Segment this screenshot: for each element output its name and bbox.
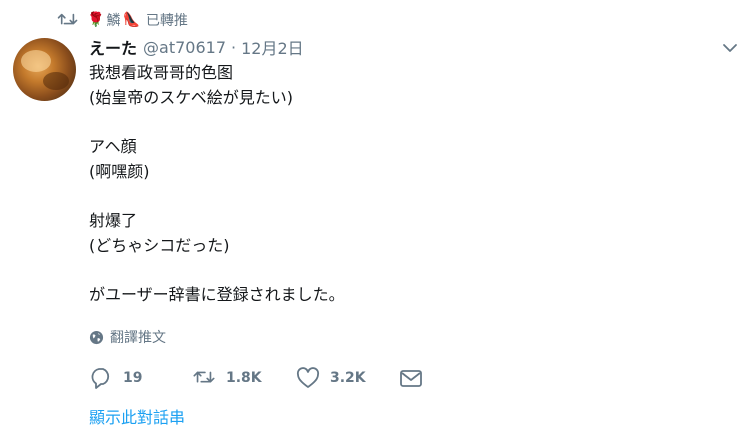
avatar-highlight xyxy=(21,50,51,72)
retweet-icon xyxy=(57,13,78,25)
header-separator: · xyxy=(231,37,237,57)
translate-tweet-link[interactable]: 翻譯推文 xyxy=(89,327,166,347)
retweet-context[interactable]: 🌹 鱗 👠 已轉推 xyxy=(57,9,188,31)
tweet-text-line: (どちゃシコだった) xyxy=(89,236,230,255)
show-thread-link[interactable]: 顯示此對話串 xyxy=(89,405,185,427)
user-handle[interactable]: @at70617 xyxy=(143,38,226,57)
tweet-text-line: (始皇帝のスケベ絵が見たい) xyxy=(89,88,294,107)
heart-icon xyxy=(296,367,320,388)
tweet-date[interactable]: 12月2日 xyxy=(241,35,304,59)
reply-icon xyxy=(91,368,110,389)
display-name[interactable]: えーた xyxy=(89,35,137,59)
reply-count: 19 xyxy=(123,370,143,386)
chevron-down-icon[interactable] xyxy=(720,40,740,56)
avatar-shadow xyxy=(43,72,69,90)
globe-icon xyxy=(89,330,104,344)
tweet-text-blank xyxy=(89,186,709,210)
tweet-text-line: (啊嘿颜) xyxy=(89,162,150,181)
retweet-button[interactable]: 1.8K xyxy=(192,365,262,391)
tweet-text: 我想看政哥哥的色图 (始皇帝のスケベ絵が見たい) アヘ顔 (啊嘿颜) 射爆了 (… xyxy=(89,62,709,309)
rose-emoji: 🌹 xyxy=(87,12,105,28)
reply-button[interactable]: 19 xyxy=(89,365,142,391)
envelope-icon xyxy=(400,370,422,387)
retweet-icon xyxy=(193,371,215,383)
tweet-actions: 19 1.8K 3.2K xyxy=(89,365,489,391)
direct-message-button[interactable] xyxy=(399,365,433,391)
tweet-text-line: 射爆了 xyxy=(89,211,138,230)
tweet-header: えーた @at70617 · 12月2日 xyxy=(89,35,304,59)
tweet-text-line: 我想看政哥哥的色图 xyxy=(89,63,234,82)
like-count: 3.2K xyxy=(330,370,366,386)
tweet-text-blank xyxy=(89,112,709,136)
like-button[interactable]: 3.2K xyxy=(296,365,366,391)
translate-label: 翻譯推文 xyxy=(110,330,166,346)
retweeted-label: 已轉推 xyxy=(145,13,188,29)
retweeter-name[interactable]: 鱗 xyxy=(106,10,120,30)
avatar[interactable] xyxy=(13,38,76,101)
tweet-text-blank xyxy=(89,260,709,284)
tweet-text-line: アヘ顔 xyxy=(89,137,137,156)
retweet-count: 1.8K xyxy=(226,370,262,386)
tweet-text-line: がユーザー辞書に登録されました。 xyxy=(89,285,345,304)
heel-emoji: 👠 xyxy=(122,12,140,28)
